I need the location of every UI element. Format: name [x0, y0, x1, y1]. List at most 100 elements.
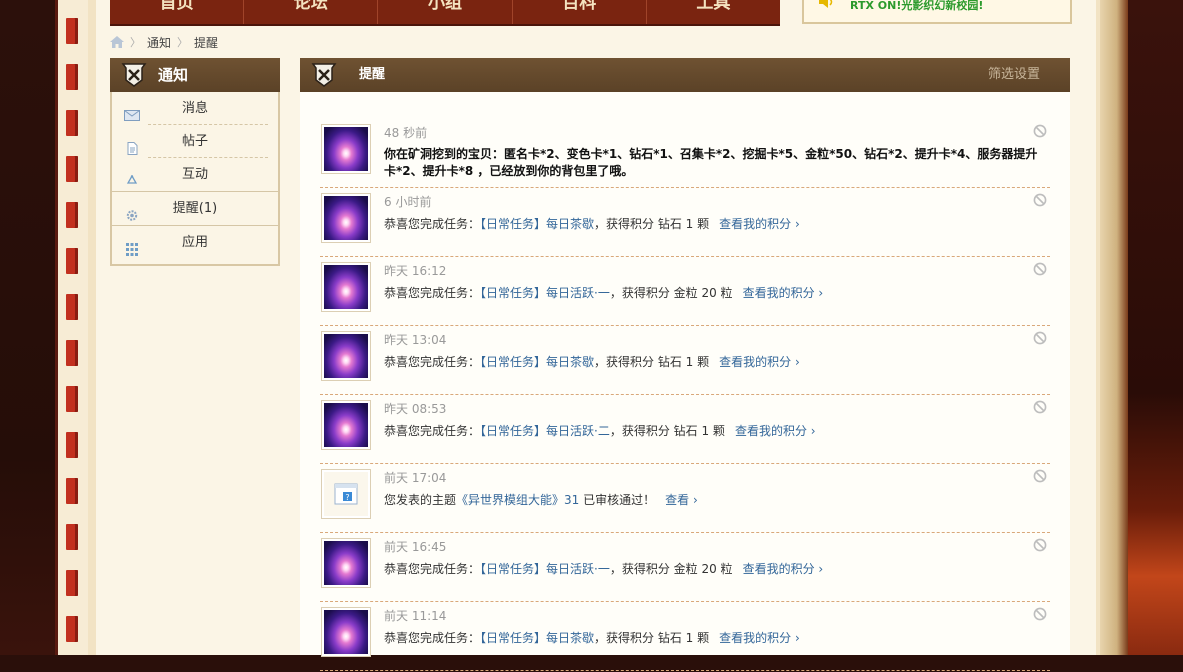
ignore-icon[interactable] — [1033, 331, 1047, 345]
breadcrumb-item-notice[interactable]: 通知 — [147, 34, 171, 51]
task-link[interactable]: 《异世界模组大能》31 — [456, 493, 579, 507]
task-link[interactable]: 【日常任务】每日活跃·一 — [480, 286, 610, 300]
view-points-link[interactable]: 查看我的积分 › — [719, 631, 800, 645]
notice-prefix: 恭喜您完成任务： — [384, 355, 481, 369]
speaker-icon — [818, 0, 836, 8]
notice-time: 昨天 13:04 — [384, 333, 447, 347]
view-points-link[interactable]: 查看 › — [665, 493, 698, 507]
ribbon-tab — [66, 18, 78, 44]
breadcrumb: 〉 通知 〉 提醒 — [110, 33, 218, 51]
announcement-text[interactable]: RTX ON!光影织幻新校园! — [850, 0, 983, 13]
main-panel: 提醒 筛选设置 48 秒前 你在矿洞挖到的宝贝：匿名卡*2、变色卡*1、钻石*1、… — [300, 58, 1070, 671]
breadcrumb-item-reminder[interactable]: 提醒 — [194, 34, 218, 51]
notice-list: 48 秒前 你在矿洞挖到的宝贝：匿名卡*2、变色卡*1、钻石*1、召集卡*2、挖掘… — [320, 120, 1050, 672]
galaxy-image — [324, 541, 368, 585]
sidebar-list: 消息 帖子 互动 提醒(1) 应用 — [112, 92, 278, 259]
ribbon-tab — [66, 478, 78, 504]
nav-item-home[interactable]: 首页 — [110, 0, 245, 24]
frame-left-border — [55, 0, 88, 655]
user-avatar[interactable] — [321, 331, 371, 381]
notice-reward: 已审核通过！ — [579, 493, 656, 507]
nav-item-group[interactable]: 小组 — [378, 0, 513, 24]
sidebar-item-apps[interactable]: 应用 — [112, 225, 278, 259]
grid-icon — [124, 236, 140, 256]
notice-item: 昨天 08:53 恭喜您完成任务：【日常任务】每日活跃·二，获得积分 钻石 1 颗… — [320, 396, 1050, 464]
sidebar-item-posts[interactable]: 帖子 — [112, 125, 278, 158]
notice-prefix: 您发表的主题 — [384, 493, 457, 507]
notice-time: 昨天 08:53 — [384, 402, 447, 416]
notice-item: ? 前天 17:04 您发表的主题《异世界模组大能》31 已审核通过！ 查看 › — [320, 465, 1050, 533]
ribbon-tab — [66, 524, 78, 550]
sidebar-item-reminders[interactable]: 提醒(1) — [112, 191, 278, 225]
sidebar-item-label: 应用 — [181, 235, 208, 250]
galaxy-image — [324, 403, 368, 447]
task-link[interactable]: 【日常任务】每日活跃·一 — [480, 562, 610, 576]
ignore-icon[interactable] — [1033, 262, 1047, 276]
user-avatar[interactable] — [321, 193, 371, 243]
user-avatar[interactable] — [321, 538, 371, 588]
sidebar-item-interaction[interactable]: 互动 — [112, 158, 278, 191]
ignore-icon[interactable] — [1033, 538, 1047, 552]
notice-time: 前天 11:14 — [384, 609, 447, 623]
sidebar-title: 通知 — [158, 66, 189, 84]
ribbon-tab — [66, 616, 78, 642]
notice-time: 前天 17:04 — [384, 471, 447, 485]
ignore-icon[interactable] — [1033, 469, 1047, 483]
gear-icon — [124, 202, 140, 221]
user-avatar[interactable] — [321, 607, 371, 657]
user-avatar[interactable] — [321, 124, 371, 174]
nav-item-tools[interactable]: 工具 — [647, 0, 780, 24]
filter-settings-link[interactable]: 筛选设置 — [988, 58, 1040, 92]
notice-reward: ，获得积分 钻石 1 颗 — [594, 631, 710, 645]
notice-time: 6 小时前 — [384, 195, 432, 209]
task-link[interactable]: 【日常任务】每日茶歇 — [480, 217, 594, 231]
ribbon-tab — [66, 156, 78, 182]
sidebar-header: 通知 — [110, 58, 280, 92]
nav-item-forum[interactable]: 论坛 — [244, 0, 379, 24]
notice-item: 前天 16:45 恭喜您完成任务：【日常任务】每日活跃·一，获得积分 金粒 20 … — [320, 534, 1050, 602]
notice-prefix: 恭喜您完成任务： — [384, 217, 481, 231]
nav-item-wiki[interactable]: 百科 — [513, 0, 647, 24]
notice-body: 恭喜您完成任务：【日常任务】每日茶歇，获得积分 钻石 1 颗查看我的积分 › — [384, 354, 1044, 371]
document-icon: ? — [324, 472, 368, 516]
galaxy-image — [324, 127, 368, 171]
view-points-link[interactable]: 查看我的积分 › — [743, 562, 824, 576]
announcement-bar[interactable]: RTX ON!光影织幻新校园! — [802, 0, 1072, 24]
notice-prefix: 恭喜您完成任务： — [384, 424, 481, 438]
ribbon-tab — [66, 432, 78, 458]
ignore-icon[interactable] — [1033, 124, 1047, 138]
galaxy-image — [324, 610, 368, 654]
view-points-link[interactable]: 查看我的积分 › — [719, 217, 800, 231]
galaxy-image — [324, 196, 368, 240]
background-left — [0, 0, 55, 655]
notice-reward: ，获得积分 钻石 1 颗 — [594, 217, 710, 231]
sidebar-item-label: 互动 — [181, 167, 208, 182]
breadcrumb-separator: 〉 — [130, 36, 141, 49]
sidebar-item-label: 帖子 — [181, 134, 208, 149]
task-link[interactable]: 【日常任务】每日活跃·二 — [480, 424, 610, 438]
main-header: 提醒 筛选设置 — [300, 58, 1070, 92]
task-link[interactable]: 【日常任务】每日茶歇 — [480, 631, 594, 645]
ribbon-tab — [66, 294, 78, 320]
ribbon-tab — [66, 340, 78, 366]
top-navigation: 首页 论坛 小组 百科 工具 — [110, 0, 780, 26]
recycle-icon — [124, 168, 140, 184]
notice-time: 昨天 16:12 — [384, 264, 447, 278]
ignore-icon[interactable] — [1033, 193, 1047, 207]
view-points-link[interactable]: 查看我的积分 › — [735, 424, 816, 438]
ignore-icon[interactable] — [1033, 607, 1047, 621]
ribbon-tab — [66, 386, 78, 412]
galaxy-image — [324, 265, 368, 309]
notice-body: 恭喜您完成任务：【日常任务】每日活跃·一，获得积分 金粒 20 粒查看我的积分 … — [384, 561, 1044, 578]
ignore-icon[interactable] — [1033, 400, 1047, 414]
document-avatar[interactable]: ? — [321, 469, 371, 519]
user-avatar[interactable] — [321, 400, 371, 450]
user-avatar[interactable] — [321, 262, 371, 312]
task-link[interactable]: 【日常任务】每日茶歇 — [480, 355, 594, 369]
view-points-link[interactable]: 查看我的积分 › — [743, 286, 824, 300]
view-points-link[interactable]: 查看我的积分 › — [719, 355, 800, 369]
notice-item: 6 小时前恭喜您完成任务：【日常任务】每日茶歇，获得积分 钻石 1 颗查看我的积… — [320, 189, 1050, 257]
background-right — [1128, 0, 1183, 655]
home-icon[interactable] — [110, 36, 124, 48]
sidebar-item-messages[interactable]: 消息 — [112, 92, 278, 125]
